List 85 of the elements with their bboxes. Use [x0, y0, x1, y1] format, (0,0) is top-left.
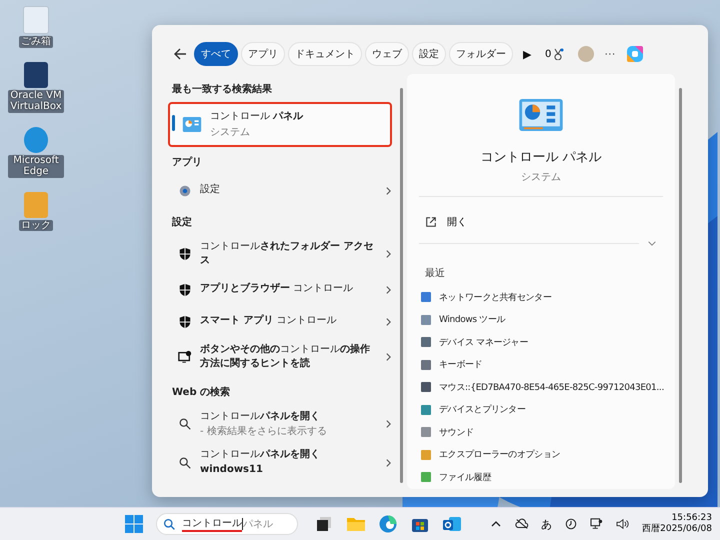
shield-icon	[178, 314, 192, 328]
monitor-icon	[178, 350, 192, 364]
search-icon	[163, 518, 176, 530]
recent-item[interactable]: ファイル履歴	[419, 466, 669, 488]
filter-tab[interactable]: ドキュメント	[288, 42, 362, 66]
shortcut-icon[interactable]	[24, 62, 48, 88]
recent-item[interactable]: マウス::{ED7BA470-8E54-465E-825C-99712043E01...	[419, 376, 669, 398]
scrollbar[interactable]	[400, 88, 403, 483]
edge-icon[interactable]	[378, 514, 398, 534]
recent-heading: 最近	[424, 266, 446, 281]
clock-date[interactable]: 西暦2025/06/08	[642, 524, 712, 536]
open-external-icon	[425, 216, 437, 228]
ime-mode-indicator[interactable]: あ	[541, 516, 552, 532]
recent-item[interactable]: エクスプローラーのオプション	[419, 444, 669, 466]
scrollbar[interactable]	[679, 88, 682, 483]
recent-item[interactable]: Windows ツール	[419, 308, 669, 331]
filter-tab[interactable]: すべて	[194, 42, 238, 66]
control-panel-icon	[182, 116, 202, 133]
mail-app-icon[interactable]	[442, 514, 462, 534]
chevron-right-icon	[385, 458, 392, 468]
shield-icon	[178, 282, 192, 296]
recent-item[interactable]: キーボード	[419, 354, 669, 376]
result-item[interactable]: ボタンやその他のコントロールの操作方法に関するヒントを読	[168, 338, 396, 376]
result-item[interactable]: スマート アプリ コントロール	[168, 306, 396, 338]
speaker-icon[interactable]	[616, 518, 630, 530]
chevron-right-icon	[385, 352, 392, 362]
more-filters-button[interactable]: ▶	[519, 48, 535, 60]
result-item[interactable]: コントロールされたフォルダー アクセス	[168, 234, 396, 274]
gear-icon	[178, 184, 192, 198]
recent-item[interactable]: サウンド	[419, 421, 669, 444]
section-heading: Web の検索	[171, 386, 232, 400]
section-heading: アプリ	[171, 155, 203, 170]
recent-item[interactable]: ネットワークと共有センター	[419, 286, 669, 308]
filter-tab[interactable]: アプリ	[241, 42, 285, 66]
desktop-icon-label[interactable]: ごみ箱	[19, 36, 53, 48]
chevron-right-icon	[385, 284, 392, 294]
result-title: コントロールパネルを開く windows11	[200, 448, 321, 476]
taskbar-search-field[interactable]: コントロールパネル	[156, 513, 298, 535]
result-item[interactable]: アプリとブラウザー コントロール	[168, 274, 396, 306]
result-title: コントロールパネルを開く	[200, 410, 321, 424]
detail-title: コントロール パネル	[479, 149, 603, 166]
search-icon	[178, 416, 192, 431]
desktop-icon-label[interactable]: Microsoft Edge	[8, 154, 64, 178]
cloud-off-icon[interactable]	[515, 518, 530, 530]
clock-icon[interactable]	[564, 518, 578, 530]
result-title: 設定	[200, 183, 221, 198]
copilot-logo-icon[interactable]	[625, 44, 646, 64]
filter-tab[interactable]: 設定	[412, 42, 446, 66]
chevron-down-icon[interactable]	[647, 240, 657, 247]
detail-subtitle: システム	[520, 171, 562, 184]
network-icon[interactable]	[590, 518, 604, 530]
clock-time[interactable]: 15:56:23	[672, 512, 712, 524]
open-action[interactable]: 開く	[419, 209, 663, 235]
task-view-icon[interactable]	[314, 514, 334, 534]
chevron-right-icon	[385, 249, 392, 259]
chevron-right-icon	[385, 186, 392, 196]
filter-tab[interactable]: ウェブ	[365, 42, 409, 66]
windows-logo-icon[interactable]	[124, 514, 144, 534]
back-arrow-icon[interactable]	[172, 46, 188, 62]
shield-icon	[178, 247, 192, 261]
result-title: コントロールされたフォルダー アクセス	[200, 240, 374, 268]
filter-tab[interactable]: フォルダー	[449, 42, 513, 66]
search-icon	[178, 456, 192, 470]
best-match-item[interactable]: コントロール パネル システム	[168, 102, 392, 146]
more-options-button[interactable]: ···	[600, 48, 620, 60]
section-heading: 設定	[170, 215, 193, 230]
chevron-right-icon	[385, 418, 392, 429]
medal-icon[interactable]	[552, 48, 564, 60]
section-heading: 最も一致する検索結果	[171, 82, 273, 97]
result-title: スマート アプリ コントロール	[200, 314, 338, 328]
recent-item[interactable]: デバイス マネージャー	[419, 331, 669, 354]
desktop-icon-label[interactable]: ロック	[19, 220, 53, 231]
result-title: コントロール パネル	[210, 110, 304, 124]
result-note: - 検索結果をさらに表示する	[200, 424, 328, 438]
recent-item[interactable]: デバイスとプリンター	[419, 398, 669, 421]
result-title: アプリとブラウザー コントロール	[200, 282, 354, 296]
result-item[interactable]: 設定	[168, 174, 396, 206]
result-item[interactable]: コントロールパネルを開く - 検索結果をさらに表示する	[168, 404, 396, 443]
result-item[interactable]: コントロールパネルを開く windows11	[168, 443, 396, 482]
points-count: 0	[545, 48, 552, 60]
result-subtitle: システム	[210, 126, 251, 138]
result-title: ボタンやその他のコントロールの操作方法に関するヒントを読	[200, 342, 371, 371]
desktop-icon-label[interactable]: Oracle VM VirtualBox	[8, 90, 64, 112]
control-panel-icon	[518, 98, 564, 132]
chevron-right-icon	[385, 316, 392, 326]
